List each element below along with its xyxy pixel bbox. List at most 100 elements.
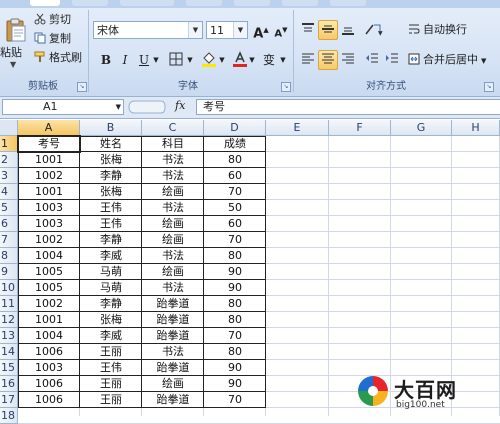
table-cell[interactable]: 1003 [18, 200, 80, 215]
table-cell[interactable]: 绘画 [142, 216, 204, 231]
table-cell[interactable]: 80 [204, 312, 266, 327]
table-cell[interactable]: 跆拳道 [142, 360, 204, 375]
table-cell[interactable]: 70 [204, 184, 266, 199]
table-cell[interactable]: 书法 [142, 168, 204, 183]
row-header-11[interactable]: 11 [0, 296, 18, 312]
column-header-c[interactable]: C [142, 120, 204, 136]
borders-dropdown-icon[interactable]: ▼ [184, 50, 196, 70]
font-size-select[interactable]: 11 ▼ [206, 21, 248, 39]
tab-data[interactable] [234, 0, 270, 6]
table-cell[interactable]: 1004 [18, 248, 80, 263]
decrease-indent-button[interactable] [362, 50, 382, 70]
column-header-a[interactable]: A [18, 120, 80, 136]
table-cell[interactable]: 1001 [18, 312, 80, 327]
table-cell[interactable]: 1003 [18, 360, 80, 375]
align-top-button[interactable] [298, 20, 318, 40]
format-painter-button[interactable]: 格式刷 [34, 50, 82, 66]
table-cell[interactable]: 80 [204, 248, 266, 263]
table-cell[interactable]: 跆拳道 [142, 328, 204, 343]
table-cell[interactable]: 1006 [18, 376, 80, 391]
table-cell[interactable]: 王伟 [80, 216, 142, 231]
table-cell[interactable]: 1001 [18, 152, 80, 167]
table-cell[interactable]: 1002 [18, 168, 80, 183]
table-cell[interactable]: 书法 [142, 200, 204, 215]
table-cell[interactable]: 80 [204, 296, 266, 311]
row-header-7[interactable]: 7 [0, 232, 18, 248]
row-header-10[interactable]: 10 [0, 280, 18, 296]
table-cell[interactable]: 绘画 [142, 184, 204, 199]
row-header-1[interactable]: 1 [0, 136, 18, 152]
table-cell[interactable]: 书法 [142, 280, 204, 295]
table-cell[interactable]: 王丽 [80, 344, 142, 359]
table-cell[interactable]: 王伟 [80, 200, 142, 215]
table-cell[interactable]: 绘画 [142, 376, 204, 391]
name-box[interactable]: A1 ▼ [2, 99, 124, 115]
row-header-12[interactable]: 12 [0, 312, 18, 328]
row-header-16[interactable]: 16 [0, 376, 18, 392]
row-header-5[interactable]: 5 [0, 200, 18, 216]
phonetic-button[interactable]: 变 [260, 50, 278, 70]
phonetic-dropdown-icon[interactable]: ▼ [278, 50, 288, 70]
table-header-cell[interactable]: 成绩 [204, 136, 266, 151]
table-cell[interactable]: 书法 [142, 344, 204, 359]
table-cell[interactable]: 90 [204, 264, 266, 279]
align-right-button[interactable] [338, 50, 358, 70]
table-cell[interactable]: 90 [204, 360, 266, 375]
table-cell[interactable]: 李威 [80, 248, 142, 263]
wrap-text-button[interactable]: 自动换行 [408, 22, 467, 38]
table-cell[interactable]: 1004 [18, 328, 80, 343]
row-header-8[interactable]: 8 [0, 248, 18, 264]
formula-splitter-icon[interactable] [127, 99, 167, 115]
column-header-b[interactable]: B [80, 120, 142, 136]
chevron-down-icon[interactable]: ▼ [188, 22, 202, 38]
row-header-4[interactable]: 4 [0, 184, 18, 200]
column-header-h[interactable]: H [452, 120, 500, 136]
column-header-g[interactable]: G [391, 120, 452, 136]
table-cell[interactable]: 1006 [18, 344, 80, 359]
row-header-14[interactable]: 14 [0, 344, 18, 360]
table-cell[interactable]: 李威 [80, 328, 142, 343]
table-cell[interactable]: 60 [204, 216, 266, 231]
table-cell[interactable]: 90 [204, 280, 266, 295]
chevron-down-icon[interactable]: ▼ [116, 100, 121, 114]
column-header-f[interactable]: F [329, 120, 391, 136]
table-header-cell[interactable]: 姓名 [80, 136, 142, 151]
table-cell[interactable]: 70 [204, 392, 266, 407]
select-all-corner[interactable] [0, 120, 18, 136]
orientation-button[interactable]: ▼ [362, 20, 386, 40]
table-cell[interactable]: 90 [204, 376, 266, 391]
table-cell[interactable]: 绘画 [142, 264, 204, 279]
table-cell[interactable]: 王丽 [80, 376, 142, 391]
paste-dropdown-icon[interactable]: ▼ [10, 60, 16, 69]
tab-page-layout[interactable] [120, 0, 174, 6]
table-cell[interactable]: 马萌 [80, 264, 142, 279]
table-cell[interactable]: 80 [204, 152, 266, 167]
grow-font-button[interactable]: A▲ [251, 20, 271, 41]
align-bottom-button[interactable] [338, 20, 358, 40]
table-cell[interactable]: 跆拳道 [142, 312, 204, 327]
shrink-font-button[interactable]: A▼ [271, 20, 291, 40]
row-header-6[interactable]: 6 [0, 216, 18, 232]
table-cell[interactable]: 书法 [142, 152, 204, 167]
table-cell[interactable]: 马萌 [80, 280, 142, 295]
table-cell[interactable]: 1005 [18, 264, 80, 279]
formula-input[interactable]: 考号 [196, 99, 500, 115]
align-center-button[interactable] [318, 50, 338, 70]
bold-button[interactable]: B [96, 50, 116, 70]
table-cell[interactable]: 王伟 [80, 360, 142, 375]
font-name-select[interactable]: 宋体 ▼ [93, 21, 203, 39]
row-header-18[interactable]: 18 [0, 408, 18, 424]
tab-view[interactable] [330, 0, 366, 6]
row-header-9[interactable]: 9 [0, 264, 18, 280]
table-cell[interactable]: 李静 [80, 232, 142, 247]
fill-color-dropdown-icon[interactable]: ▼ [216, 50, 228, 70]
table-cell[interactable]: 1003 [18, 216, 80, 231]
table-cell[interactable]: 王丽 [80, 392, 142, 407]
table-cell[interactable]: 70 [204, 232, 266, 247]
tab-home[interactable] [30, 0, 60, 6]
table-cell[interactable]: 50 [204, 200, 266, 215]
column-header-e[interactable]: E [266, 120, 329, 136]
table-cell[interactable]: 绘画 [142, 232, 204, 247]
borders-button[interactable] [166, 50, 186, 70]
table-cell[interactable]: 张梅 [80, 184, 142, 199]
